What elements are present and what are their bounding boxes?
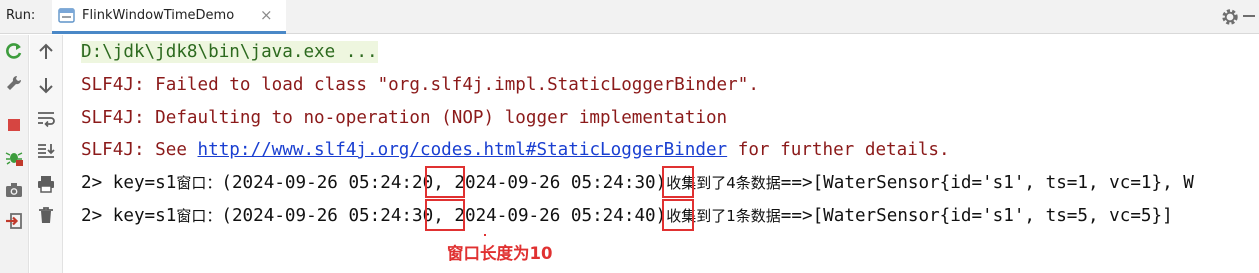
console-text: 窗口： [176,174,222,192]
console-command-line: D:\jdk\jdk8\bin\java.exe ... [81,41,378,63]
run-panel-header: Run: FlinkWindowTimeDemo × [0,0,1259,34]
run-label: Run: [6,8,36,23]
window-end-highlight [662,199,694,231]
console-output-line: 2> key=s1窗口：(2024-09-26 05:24:30, 2024-0… [81,205,1173,227]
stop-icon[interactable] [4,115,24,135]
run-config-tab-title: FlinkWindowTimeDemo [82,8,235,23]
console-text: 2> key=s1 [81,206,177,226]
run-config-tab[interactable]: FlinkWindowTimeDemo × [52,0,286,34]
console-text: 2> key=s1 [81,173,177,193]
rerun-icon[interactable] [4,41,24,61]
console-output[interactable]: D:\jdk\jdk8\bin\java.exe ... SLF4J: Fail… [64,35,1259,273]
window-start-highlight [425,199,465,231]
gear-icon[interactable] [1220,7,1240,27]
console-text: SLF4J: See [81,140,198,160]
annotation-marker [484,234,486,236]
window-size-annotation: 窗口长度为10 [447,244,553,263]
console-text: for further details. [727,140,950,160]
wrench-icon[interactable] [4,73,24,93]
close-tab-icon[interactable]: × [260,6,273,24]
console-error-line: SLF4J: Defaulting to no-operation (NOP) … [81,108,728,128]
print-icon[interactable] [36,174,56,194]
console-output-line: 2> key=s1窗口：(2024-09-26 05:24:20, 2024-0… [81,172,1194,194]
scroll-up-icon[interactable] [36,42,56,62]
hide-panel-icon[interactable] [1243,15,1255,17]
run-toolbar [0,35,29,273]
console-text: ==>[WaterSensor{id='s1', ts=1, vc=1}, W [780,173,1194,193]
console-error-line: SLF4J: See http://www.slf4j.org/codes.ht… [81,139,950,161]
window-start-highlight [425,166,465,198]
trash-icon[interactable] [36,205,56,225]
exit-icon[interactable] [4,211,24,231]
console-error-line: SLF4J: Failed to load class "org.slf4j.i… [81,75,759,95]
application-icon [58,8,75,23]
console-text: 窗口： [176,207,222,225]
scroll-to-end-icon[interactable] [36,141,56,161]
camera-icon[interactable] [4,180,24,200]
window-end-highlight [662,166,694,198]
slf4j-codes-link[interactable]: http://www.slf4j.org/codes.html#StaticLo… [198,140,728,160]
debug-icon[interactable] [4,147,24,167]
console-toolbar [30,35,63,273]
console-text: ==>[WaterSensor{id='s1', ts=5, vc=5}] [780,206,1173,226]
scroll-down-icon[interactable] [36,75,56,95]
soft-wrap-icon[interactable] [36,108,56,128]
